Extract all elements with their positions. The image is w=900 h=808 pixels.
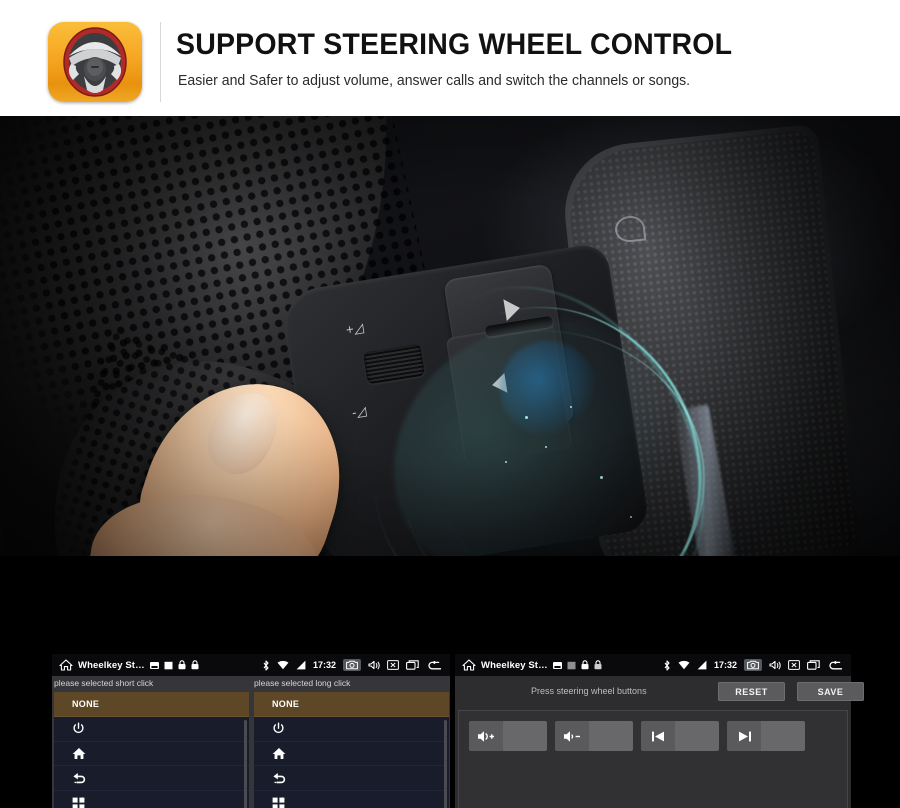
- page-title: SUPPORT STEERING WHEEL CONTROL: [176, 28, 733, 61]
- status-clock: 17:32: [312, 660, 336, 670]
- list-item[interactable]: [54, 791, 249, 808]
- key-slot-next-track[interactable]: [727, 721, 805, 751]
- signal-icon: [697, 660, 707, 670]
- photo-stage: +◿ -◿ Wheelkey St… 17:32 please selected…: [0, 116, 900, 808]
- header-banner: SUPPORT STEERING WHEEL CONTROL Easier an…: [0, 0, 900, 116]
- key-slot-previous-track[interactable]: [641, 721, 719, 751]
- apps-grid-icon: [272, 796, 285, 808]
- back-arrow-icon[interactable]: [827, 660, 843, 671]
- volume-up-icon: [469, 721, 503, 751]
- key-slot-value[interactable]: [589, 721, 633, 751]
- home-icon: [72, 747, 86, 760]
- hint-long-click: please selected long click: [254, 678, 351, 688]
- sd-card-icon: [567, 661, 576, 670]
- app-title: Wheelkey St…: [78, 659, 145, 671]
- save-button[interactable]: SAVE: [797, 682, 864, 701]
- key-slot-value[interactable]: [675, 721, 719, 751]
- list-item[interactable]: [254, 766, 449, 792]
- key-slot-volume-up[interactable]: [469, 721, 547, 751]
- list-item[interactable]: [54, 717, 249, 742]
- list-item-label: NONE: [272, 698, 300, 709]
- back-arrow-icon: [272, 772, 287, 784]
- signal-icon: [296, 660, 306, 670]
- power-icon: [272, 722, 285, 735]
- list-long-click[interactable]: NONE: [254, 692, 449, 808]
- recents-icon[interactable]: [406, 660, 419, 670]
- sd-card-icon: [164, 661, 173, 670]
- list-scrollbar[interactable]: [244, 720, 247, 808]
- power-icon: [72, 722, 85, 735]
- camera-icon[interactable]: [744, 659, 762, 671]
- wifi-icon: [277, 660, 289, 670]
- recents-icon[interactable]: [807, 660, 820, 670]
- status-bar-left: Wheelkey St… 17:32: [52, 654, 450, 676]
- back-arrow-icon: [72, 772, 87, 784]
- spark-dot: [630, 516, 632, 518]
- bluetooth-icon: [663, 659, 671, 671]
- spark-dot: [545, 446, 547, 448]
- learn-keys-body: [458, 710, 848, 808]
- lock-icon: [594, 660, 602, 670]
- spark-dot: [570, 406, 572, 408]
- app-title: Wheelkey St…: [481, 659, 548, 671]
- spark-dot: [505, 461, 507, 463]
- speaker-icon[interactable]: [769, 660, 781, 671]
- key-assign-panel: please selected short click please selec…: [52, 676, 450, 808]
- close-box-icon[interactable]: [387, 660, 399, 670]
- key-slot-volume-down[interactable]: [555, 721, 633, 751]
- list-item[interactable]: [54, 742, 249, 767]
- previous-track-icon: [641, 721, 675, 751]
- learn-keys-panel: Press steering wheel buttons RESET SAVE: [455, 676, 864, 808]
- list-item-label: NONE: [72, 698, 100, 709]
- learn-header: Press steering wheel buttons RESET SAVE: [455, 676, 864, 710]
- list-item[interactable]: NONE: [54, 692, 249, 717]
- reset-button[interactable]: RESET: [718, 682, 785, 701]
- key-slot-value[interactable]: [761, 721, 805, 751]
- page-root: SUPPORT STEERING WHEEL CONTROL Easier an…: [0, 0, 900, 808]
- steering-wheel-logo: [48, 22, 142, 102]
- list-item[interactable]: [54, 766, 249, 792]
- steering-wheel-photo: +◿ -◿: [0, 116, 900, 556]
- volume-down-icon: [555, 721, 589, 751]
- press-wheel-prompt: Press steering wheel buttons: [531, 686, 647, 696]
- page-subtitle: Easier and Safer to adjust volume, answe…: [178, 73, 691, 89]
- list-item[interactable]: [254, 717, 449, 742]
- status-clock: 17:32: [713, 660, 737, 670]
- lock-icon: [581, 660, 589, 670]
- list-item[interactable]: [254, 742, 449, 767]
- list-short-click[interactable]: NONE: [54, 692, 249, 808]
- screenshot-icon: [552, 661, 562, 670]
- back-arrow-icon[interactable]: [426, 660, 442, 671]
- hint-row: please selected short click please selec…: [52, 676, 450, 692]
- lock-icon: [191, 660, 199, 670]
- bluetooth-icon: [262, 659, 270, 671]
- steering-wheel-icon: [60, 26, 130, 98]
- home-icon[interactable]: [59, 659, 73, 671]
- lock-icon: [178, 660, 186, 670]
- list-scrollbar[interactable]: [444, 720, 447, 808]
- list-item[interactable]: [254, 791, 449, 808]
- hint-short-click: please selected short click: [54, 678, 154, 688]
- list-item[interactable]: NONE: [254, 692, 449, 717]
- volume-up-marking: +◿: [344, 319, 365, 338]
- close-box-icon[interactable]: [788, 660, 800, 670]
- key-slot-value[interactable]: [503, 721, 547, 751]
- home-icon[interactable]: [462, 659, 476, 671]
- volume-down-marking: -◿: [350, 402, 368, 421]
- spark-dot: [600, 476, 603, 479]
- screenshot-learn-keys: Wheelkey St… 17:32 Press steering wheel …: [455, 654, 864, 808]
- screenshot-key-assign: Wheelkey St… 17:32 please selected short…: [52, 654, 450, 808]
- wifi-icon: [678, 660, 690, 670]
- next-track-icon: [727, 721, 761, 751]
- apps-grid-icon: [72, 796, 85, 808]
- home-icon: [272, 747, 286, 760]
- spark-dot: [525, 416, 528, 419]
- header-divider: [160, 22, 161, 102]
- speaker-icon[interactable]: [368, 660, 380, 671]
- camera-icon[interactable]: [343, 659, 361, 671]
- status-bar-right: Wheelkey St… 17:32: [455, 654, 851, 676]
- screenshot-icon: [149, 661, 159, 670]
